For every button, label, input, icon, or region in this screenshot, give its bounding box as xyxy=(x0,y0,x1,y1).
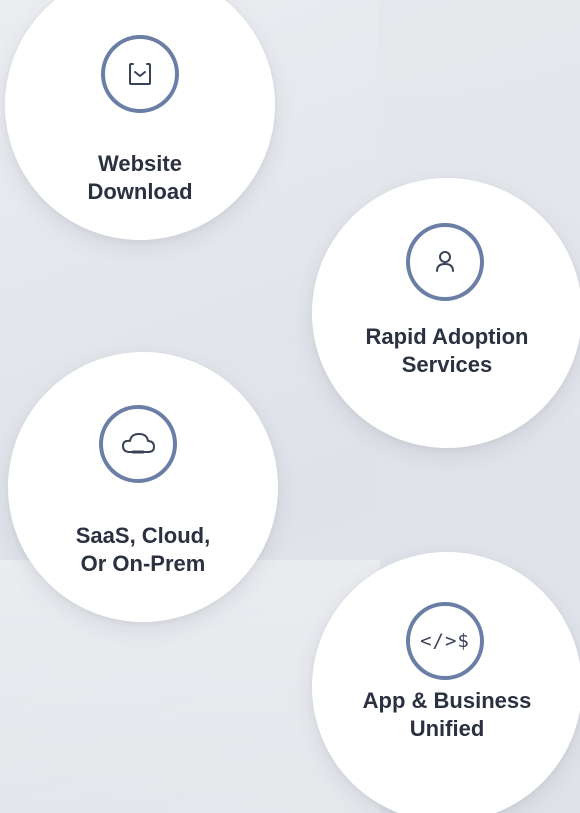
feature-card-label: Website Download xyxy=(87,151,193,204)
cloud-icon xyxy=(99,405,177,483)
feature-card-label: Rapid Adoption Services xyxy=(365,324,529,377)
feature-card-label: App & Business Unified xyxy=(362,688,532,741)
feature-card-app-business: </>$ App & Business Unified xyxy=(312,552,580,813)
user-icon xyxy=(406,223,484,301)
feature-card-saas-cloud: SaaS, Cloud, Or On-Prem xyxy=(8,352,278,622)
feature-card-website-download: Website Download xyxy=(5,0,275,240)
feature-card-label: SaaS, Cloud, Or On-Prem xyxy=(75,523,211,576)
code-dollar-icon: </>$ xyxy=(406,602,484,680)
download-tray-icon xyxy=(101,35,179,113)
feature-card-rapid-adoption: Rapid Adoption Services xyxy=(312,178,580,448)
